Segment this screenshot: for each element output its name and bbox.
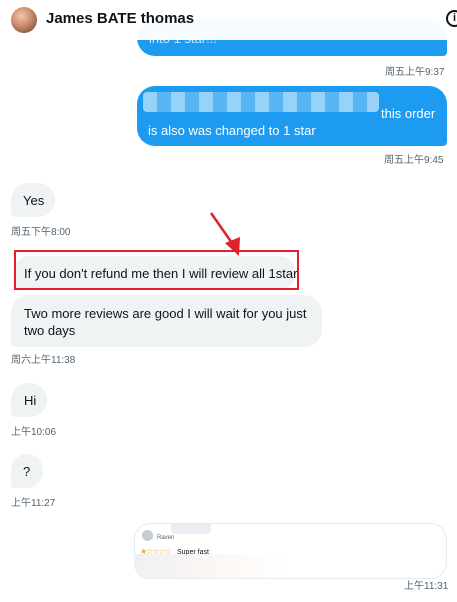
message-timestamp: 周五上午9:45 [384,155,444,166]
message-text: ? [23,464,31,479]
incoming-message: Yes [11,183,55,217]
message-text-line1: this order [381,106,436,121]
outgoing-message: this order is also was changed to 1 star [137,86,447,146]
redacted-area [171,524,211,534]
message-timestamp: 上午11:27 [11,498,56,509]
incoming-message: Two more reviews are good I will wait fo… [11,295,322,347]
message-text: Hi [24,393,37,408]
info-icon[interactable]: i [446,10,457,27]
incoming-message: Hi [11,383,47,417]
reviewer-avatar [142,530,153,541]
conversation-header: James BATE thomas i [0,0,457,40]
message-timestamp: 周五下午8:00 [11,227,71,238]
contact-name[interactable]: James BATE thomas [46,10,194,27]
message-timestamp: 上午11:31 [404,581,449,592]
redacted-text [143,92,379,112]
review-card[interactable]: Raven ★☆☆☆☆ Super fast [134,523,447,579]
avatar[interactable] [11,7,37,33]
message-timestamp: 上午10:06 [11,427,57,438]
redacted-area [135,554,285,578]
incoming-message: ? [11,454,43,488]
message-timestamp: 周六上午11:38 [11,355,76,366]
highlight-box [14,250,299,290]
message-text: Two more reviews are good I will wait fo… [24,306,307,338]
message-text-line2: is also was changed to 1 star [148,123,316,138]
message-text: Yes [23,193,45,208]
message-timestamp: 周五上午9:37 [385,67,445,78]
